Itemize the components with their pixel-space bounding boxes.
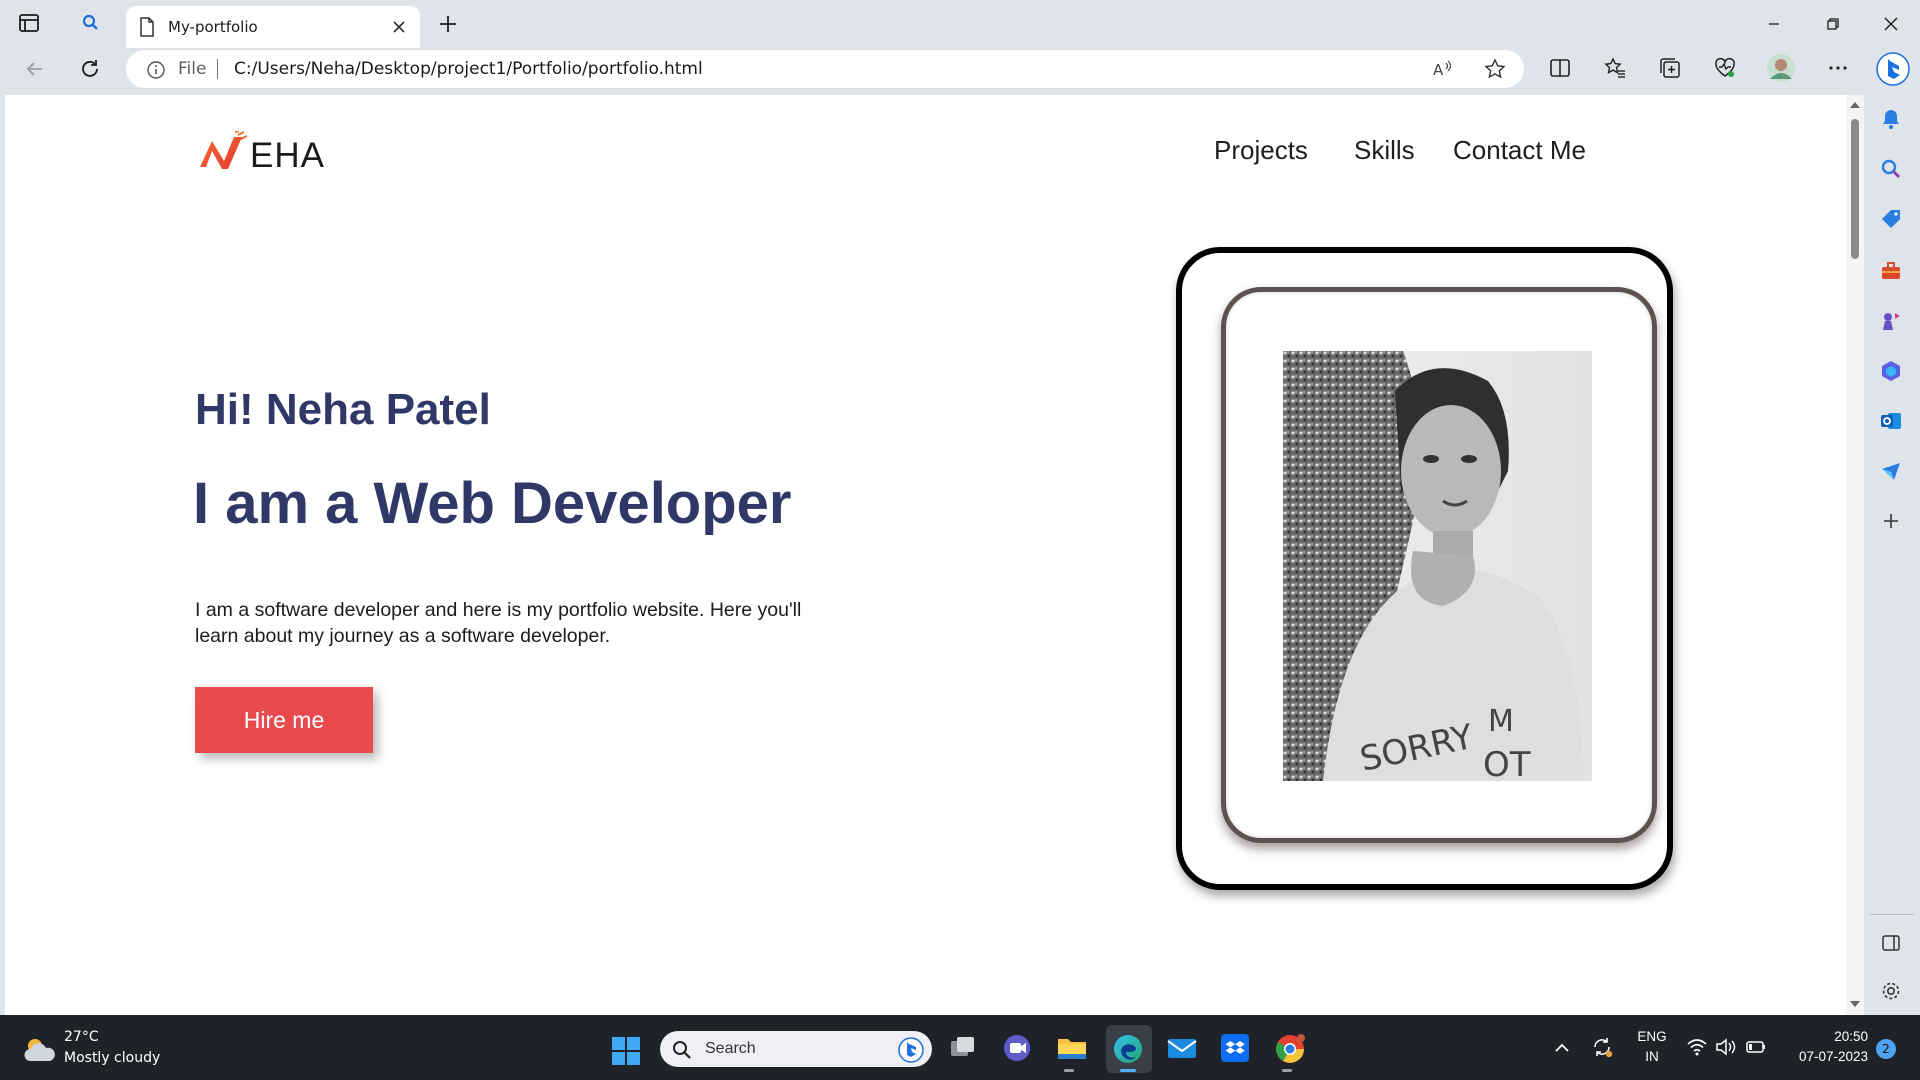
split-screen-icon[interactable]: [1548, 56, 1572, 84]
info-icon[interactable]: [146, 60, 166, 84]
dropbox-icon[interactable]: [1220, 1033, 1250, 1067]
weather-cloud-icon[interactable]: [22, 1035, 58, 1069]
svg-text:M: M: [1488, 704, 1514, 739]
hero-headline: I am a Web Developer: [193, 471, 792, 536]
taskbar-search-placeholder: Search: [705, 1040, 756, 1057]
shopping-tag-icon[interactable]: [1880, 208, 1902, 234]
language-code[interactable]: ENG: [1634, 1029, 1670, 1044]
scroll-up-icon[interactable]: [1850, 102, 1860, 108]
wifi-icon[interactable]: [1686, 1037, 1708, 1061]
bing-icon[interactable]: [898, 1037, 924, 1067]
profile-avatar[interactable]: [1766, 53, 1796, 87]
scroll-down-icon[interactable]: [1850, 1001, 1860, 1007]
profile-photo: SORRY M OT: [1283, 351, 1592, 781]
task-view-icon[interactable]: [948, 1033, 978, 1067]
edge-browser-icon[interactable]: [1112, 1033, 1144, 1072]
collections-icon[interactable]: [1658, 56, 1682, 84]
running-indicator: [1282, 1069, 1292, 1072]
more-options-icon[interactable]: [1826, 56, 1850, 84]
windows-taskbar: 27°C Mostly cloudy Search ENG IN 20:50 0…: [0, 1015, 1920, 1080]
favorites-icon[interactable]: [1603, 56, 1627, 84]
address-bar[interactable]: File C:/Users/Neha/Desktop/project1/Port…: [126, 50, 1524, 88]
taskbar-search-icon: [672, 1040, 692, 1064]
page-viewport: EHA Projects Skills Contact Me Hi! Neha …: [5, 95, 1850, 1015]
notification-count-badge[interactable]: 2: [1876, 1039, 1896, 1059]
tab-strip: My-portfolio: [0, 0, 1920, 48]
tab-actions-icon[interactable]: [18, 12, 42, 36]
microsoft-365-icon[interactable]: [1880, 360, 1902, 386]
edge-sidebar: [1864, 48, 1920, 1015]
logo-text: EHA: [250, 136, 325, 175]
volume-icon[interactable]: [1715, 1037, 1737, 1061]
clock-time[interactable]: 20:50: [1786, 1029, 1868, 1044]
notifications-icon[interactable]: [1880, 108, 1902, 134]
svg-text:OT: OT: [1483, 745, 1531, 781]
hide-sidebar-icon[interactable]: [1880, 932, 1902, 958]
minimize-icon[interactable]: [1760, 10, 1788, 38]
nav-skills-link[interactable]: Skills: [1354, 135, 1415, 166]
nav-projects-link[interactable]: Projects: [1214, 135, 1308, 166]
browser-essentials-icon[interactable]: [1713, 56, 1737, 84]
language-region[interactable]: IN: [1634, 1049, 1670, 1064]
greeting-heading: Hi! Neha Patel: [195, 385, 491, 434]
new-tab-icon[interactable]: [436, 12, 460, 40]
bing-copilot-icon[interactable]: [1876, 52, 1910, 90]
refresh-icon[interactable]: [77, 56, 103, 86]
games-icon[interactable]: [1880, 310, 1902, 336]
sidebar-settings-icon[interactable]: [1880, 980, 1902, 1006]
battery-icon[interactable]: [1745, 1037, 1767, 1061]
close-tab-icon[interactable]: [390, 18, 408, 40]
svg-text:A: A: [1433, 61, 1444, 79]
search-tab-icon[interactable]: [80, 12, 104, 36]
show-hidden-icons-icon[interactable]: [1552, 1038, 1572, 1062]
read-aloud-icon[interactable]: A: [1432, 59, 1454, 83]
sidebar-search-icon[interactable]: [1880, 158, 1902, 184]
next-section-heading-peek: [105, 1000, 325, 1015]
scroll-thumb[interactable]: [1851, 119, 1859, 259]
page-icon: [138, 17, 156, 41]
hire-me-button[interactable]: Hire me: [195, 687, 373, 753]
tools-icon[interactable]: [1880, 260, 1902, 286]
taskbar-search-box[interactable]: Search: [660, 1031, 932, 1067]
tab-my-portfolio[interactable]: My-portfolio: [126, 6, 420, 48]
chrome-icon[interactable]: [1274, 1033, 1306, 1072]
logo-n-mark-icon: [198, 130, 250, 175]
restore-icon[interactable]: [1819, 10, 1847, 38]
weather-temperature[interactable]: 27°C: [64, 1029, 99, 1045]
running-indicator: [1064, 1069, 1074, 1072]
tab-title: My-portfolio: [168, 18, 258, 36]
clock-date[interactable]: 07-07-2023: [1774, 1049, 1868, 1064]
file-explorer-icon[interactable]: [1056, 1033, 1088, 1072]
close-window-icon[interactable]: [1877, 10, 1905, 38]
outlook-icon[interactable]: [1880, 410, 1902, 436]
nav-contact-link[interactable]: Contact Me: [1453, 135, 1586, 166]
sync-status-icon[interactable]: [1590, 1035, 1614, 1063]
address-separator: [217, 59, 218, 79]
teams-chat-icon[interactable]: [1002, 1033, 1032, 1067]
windows-start-icon[interactable]: [611, 1036, 641, 1070]
address-prefix: File: [178, 59, 207, 79]
page-scrollbar[interactable]: [1846, 95, 1864, 1015]
back-icon[interactable]: [22, 56, 48, 86]
weather-description[interactable]: Mostly cloudy: [64, 1050, 160, 1066]
intro-text: I am a software developer and here is my…: [195, 599, 802, 647]
url-text[interactable]: C:/Users/Neha/Desktop/project1/Portfolio…: [234, 59, 703, 79]
add-sidebar-app-icon[interactable]: [1880, 510, 1902, 536]
drop-send-icon[interactable]: [1880, 460, 1902, 486]
mail-icon[interactable]: [1166, 1033, 1198, 1067]
add-favorite-icon[interactable]: [1484, 58, 1506, 84]
active-running-indicator: [1120, 1069, 1136, 1072]
sidebar-divider: [1870, 914, 1914, 915]
